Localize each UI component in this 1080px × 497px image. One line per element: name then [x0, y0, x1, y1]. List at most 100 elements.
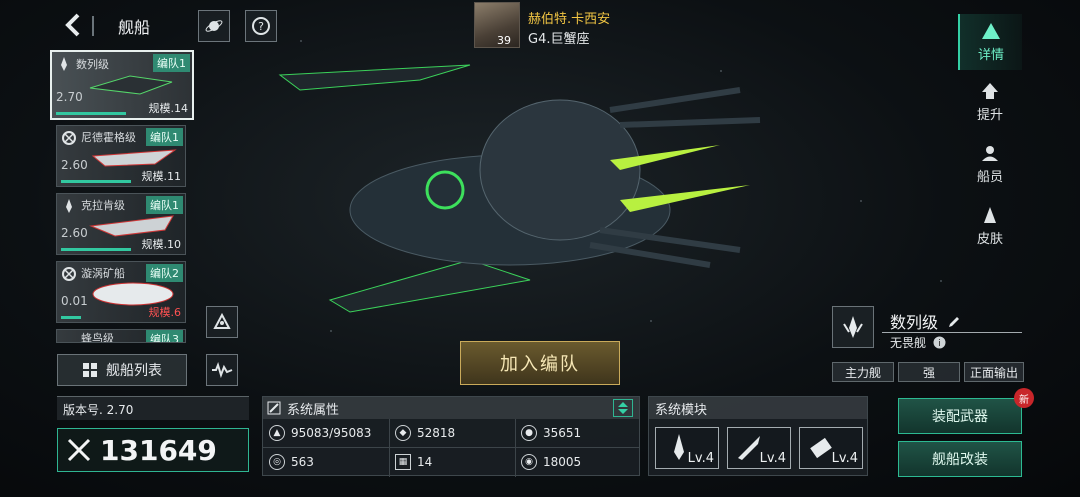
target-icon	[62, 131, 76, 145]
attr-value: 35651	[543, 426, 582, 440]
armor-icon: ◆	[395, 425, 411, 441]
attr-firepower: ◉ 18005	[521, 454, 581, 470]
chevron-left-icon	[65, 13, 80, 37]
ship-model	[278, 64, 761, 313]
attr-shield: ● 35651	[521, 425, 581, 441]
tab-upgrade[interactable]: 提升	[958, 74, 1022, 130]
attr-value: 52818	[417, 426, 456, 440]
durability-icon: ▲	[269, 425, 285, 441]
ship-thumbnail	[89, 75, 173, 95]
attributes-toggle-button[interactable]	[613, 399, 633, 417]
waveform-button[interactable]	[206, 354, 238, 386]
attributes-icon	[267, 401, 281, 415]
ship-progress-bar	[56, 112, 126, 115]
speed-icon: ◎	[269, 454, 285, 470]
module-slot-3[interactable]: Lv.4	[799, 427, 863, 469]
join-fleet-button[interactable]: 加入编队	[460, 341, 620, 385]
crossed-swords-icon	[67, 438, 91, 462]
module-slot-1[interactable]: Lv.4	[655, 427, 719, 469]
combat-power-value: 131649	[100, 433, 217, 467]
waveform-icon	[212, 362, 233, 378]
attr-hits: ▦ 14	[395, 454, 432, 470]
ship-details-icon	[982, 22, 1000, 39]
ship-list-button[interactable]: 舰船列表	[57, 354, 187, 386]
version-label: 版本号. 2.70	[57, 396, 249, 420]
col-divider	[389, 419, 390, 477]
ship-class-icon	[66, 199, 72, 213]
tab-skins[interactable]: 皮肤	[958, 198, 1022, 254]
expand-collapse-icon	[618, 402, 628, 414]
crew-icon	[982, 145, 998, 161]
ship-version: 2.70	[56, 90, 83, 104]
target-icon	[62, 267, 76, 281]
ship-type: 无畏舰 i	[890, 334, 946, 351]
ship-class-name: 数列级	[890, 309, 961, 333]
ship-class-label: 数列级	[890, 313, 939, 332]
row-divider	[263, 447, 639, 448]
ship-card-3[interactable]: 克拉肯级 编队1 2.60 规模.10	[56, 193, 186, 255]
attr-value: 95083/95083	[291, 426, 372, 440]
tag-role: 正面输出	[964, 362, 1024, 382]
ship-card-2[interactable]: 尼德霍格级 编队1 2.60 规模.11	[56, 125, 186, 187]
module-level: Lv.4	[759, 451, 786, 466]
fleet-filter-button[interactable]	[206, 306, 238, 338]
checker-icon: ▦	[395, 454, 411, 470]
tab-label: 详情	[977, 47, 1004, 63]
ship-card-4[interactable]: 漩涡矿船 编队2 0.01 规模.6	[56, 261, 186, 323]
ship-progress-bar	[61, 180, 131, 183]
captain-level: 39	[497, 34, 511, 47]
ship-card-name: 蜂鸟级	[81, 332, 114, 343]
ship-name-underline	[882, 332, 1022, 333]
attr-durability: ▲ 95083/95083	[269, 425, 371, 441]
captain-rank: G4.巨蟹座	[528, 32, 590, 47]
tab-crew[interactable]: 船员	[958, 136, 1022, 192]
ship-modify-button[interactable]: 舰船改装	[898, 441, 1022, 477]
col-divider	[515, 419, 516, 477]
planet-button[interactable]	[198, 10, 230, 42]
equip-weapon-button[interactable]: 装配武器	[898, 398, 1022, 434]
help-button[interactable]: ?	[245, 10, 277, 42]
ship-scale: 规模.6	[148, 306, 182, 319]
grid-icon	[83, 363, 97, 377]
attributes-header: 系统属性	[263, 397, 639, 419]
ship-class-emblem	[832, 306, 874, 348]
new-badge: 新	[1014, 388, 1034, 408]
ship-progress-bar	[61, 316, 81, 319]
info-icon[interactable]: i	[933, 336, 946, 349]
planet-icon	[205, 20, 223, 32]
captain-name: 赫伯特.卡西安	[528, 12, 611, 27]
ship-class-icon	[843, 316, 863, 338]
ship-type-label: 无畏舰	[890, 336, 927, 350]
ship-version: 2.60	[61, 226, 88, 240]
attr-value: 18005	[543, 455, 582, 469]
edit-icon[interactable]	[947, 315, 961, 329]
attr-value: 14	[417, 455, 433, 469]
attr-value: 563	[291, 455, 314, 469]
question-icon: ?	[252, 17, 270, 35]
tag-strength: 强	[898, 362, 960, 382]
tab-details[interactable]: 详情	[958, 14, 1022, 70]
ship-card-1[interactable]: 数列级 编队1 2.70 规模.14	[50, 50, 194, 120]
shield-icon: ●	[521, 425, 537, 441]
title-divider	[92, 16, 94, 36]
combat-power-panel: 131649	[57, 428, 249, 472]
tab-label: 提升	[976, 107, 1003, 123]
triangle-emblem-icon	[213, 312, 231, 329]
system-modules-panel: 系统模块 Lv.4 Lv.4 Lv.4	[648, 396, 868, 476]
ship-scale: 规模.10	[141, 238, 182, 251]
attr-armor: ◆ 52818	[395, 425, 455, 441]
back-button[interactable]	[56, 8, 90, 42]
svg-text:i: i	[938, 339, 941, 349]
ship-card-5[interactable]: 蜂鸟级 编队3	[56, 329, 186, 343]
system-attributes-panel: 系统属性 ▲ 95083/95083 ◆ 52818 ● 35651 ◎ 563…	[262, 396, 640, 477]
ship-version: 0.01	[61, 294, 88, 308]
ship-progress-bar	[61, 248, 131, 251]
upgrade-icon	[982, 82, 998, 99]
modules-title: 系统模块	[649, 397, 867, 419]
tab-label: 船员	[976, 169, 1003, 185]
tab-label: 皮肤	[976, 231, 1003, 247]
module-slot-2[interactable]: Lv.4	[727, 427, 791, 469]
module-level: Lv.4	[831, 451, 858, 466]
ship-scale: 规模.14	[148, 102, 189, 115]
ship-list-label: 舰船列表	[106, 363, 162, 379]
